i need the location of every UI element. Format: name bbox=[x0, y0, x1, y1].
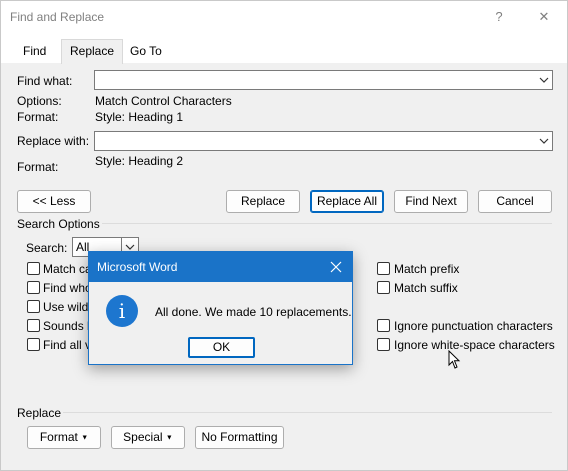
message-box-close-icon[interactable] bbox=[328, 259, 344, 275]
cancel-button[interactable]: Cancel bbox=[478, 190, 552, 213]
replace-with-input[interactable] bbox=[94, 131, 553, 151]
match-case-label: Match ca bbox=[43, 262, 92, 276]
use-wildcards-label: Use wildc bbox=[43, 300, 95, 314]
mouse-pointer-icon bbox=[448, 350, 461, 369]
message-box-title: Microsoft Word bbox=[97, 260, 178, 274]
tab-find[interactable]: Find bbox=[15, 41, 54, 63]
use-wildcards-checkbox[interactable] bbox=[27, 300, 40, 313]
less-button[interactable]: << Less bbox=[17, 190, 91, 213]
find-whole-words-checkbox[interactable] bbox=[27, 281, 40, 294]
replace-dropdown-chevron-down-icon[interactable] bbox=[534, 132, 552, 150]
find-format-label: Format: bbox=[17, 110, 59, 124]
close-icon[interactable]: ✕ bbox=[534, 7, 554, 27]
info-icon: i bbox=[106, 295, 138, 327]
find-all-word-forms-checkbox[interactable] bbox=[27, 338, 40, 351]
find-format-value: Style: Heading 1 bbox=[95, 110, 184, 124]
format-button[interactable]: Format ▼ bbox=[27, 426, 101, 449]
tab-strip: Find Replace Go To bbox=[1, 33, 567, 64]
match-case-checkbox[interactable] bbox=[27, 262, 40, 275]
replace-format-value: Style: Heading 2 bbox=[95, 154, 184, 168]
replace-button[interactable]: Replace bbox=[226, 190, 300, 213]
options-label: Options: bbox=[17, 94, 62, 108]
match-prefix-checkbox[interactable] bbox=[377, 262, 390, 275]
no-formatting-button[interactable]: No Formatting bbox=[195, 426, 284, 449]
match-prefix-label: Match prefix bbox=[394, 262, 460, 276]
replace-section-title: Replace bbox=[17, 406, 62, 420]
replace-section-divider bbox=[63, 412, 552, 413]
format-caret-down-icon: ▼ bbox=[81, 434, 89, 442]
search-label: Search: bbox=[26, 241, 68, 255]
replace-with-label: Replace with: bbox=[17, 134, 90, 148]
search-options-divider bbox=[102, 223, 552, 224]
special-button[interactable]: Special ▼ bbox=[111, 426, 185, 449]
find-what-label: Find what: bbox=[17, 74, 73, 88]
ok-button[interactable]: OK bbox=[188, 337, 255, 358]
search-options-title: Search Options bbox=[17, 217, 100, 231]
tab-replace[interactable]: Replace bbox=[61, 39, 124, 64]
message-box: Microsoft Word i All done. We made 10 re… bbox=[88, 251, 353, 365]
tab-goto[interactable]: Go To bbox=[122, 41, 170, 63]
replace-all-button[interactable]: Replace All bbox=[310, 190, 384, 213]
find-replace-dialog: Find and Replace ? ✕ Find Replace Go To … bbox=[0, 0, 568, 471]
match-suffix-checkbox[interactable] bbox=[377, 281, 390, 294]
match-suffix-label: Match suffix bbox=[394, 281, 458, 295]
find-whole-words-label: Find who bbox=[43, 281, 92, 295]
find-what-input[interactable] bbox=[94, 70, 553, 90]
message-box-title-bar: Microsoft Word bbox=[89, 252, 352, 282]
ignore-punctuation-checkbox[interactable] bbox=[377, 319, 390, 332]
window-title: Find and Replace bbox=[10, 10, 105, 24]
ignore-whitespace-checkbox[interactable] bbox=[377, 338, 390, 351]
replace-format-label: Format: bbox=[17, 160, 59, 174]
sounds-like-checkbox[interactable] bbox=[27, 319, 40, 332]
find-all-word-forms-label: Find all v bbox=[43, 338, 92, 352]
help-icon[interactable]: ? bbox=[489, 7, 509, 27]
ignore-punctuation-label: Ignore punctuation characters bbox=[394, 319, 553, 333]
title-bar: Find and Replace ? ✕ bbox=[1, 1, 567, 33]
ignore-whitespace-label: Ignore white-space characters bbox=[394, 338, 555, 352]
sounds-like-label: Sounds l bbox=[43, 319, 90, 333]
find-next-button[interactable]: Find Next bbox=[394, 190, 468, 213]
message-text: All done. We made 10 replacements. bbox=[155, 305, 352, 319]
find-dropdown-chevron-down-icon[interactable] bbox=[534, 71, 552, 89]
options-value: Match Control Characters bbox=[95, 94, 232, 108]
special-caret-down-icon: ▼ bbox=[165, 434, 173, 442]
